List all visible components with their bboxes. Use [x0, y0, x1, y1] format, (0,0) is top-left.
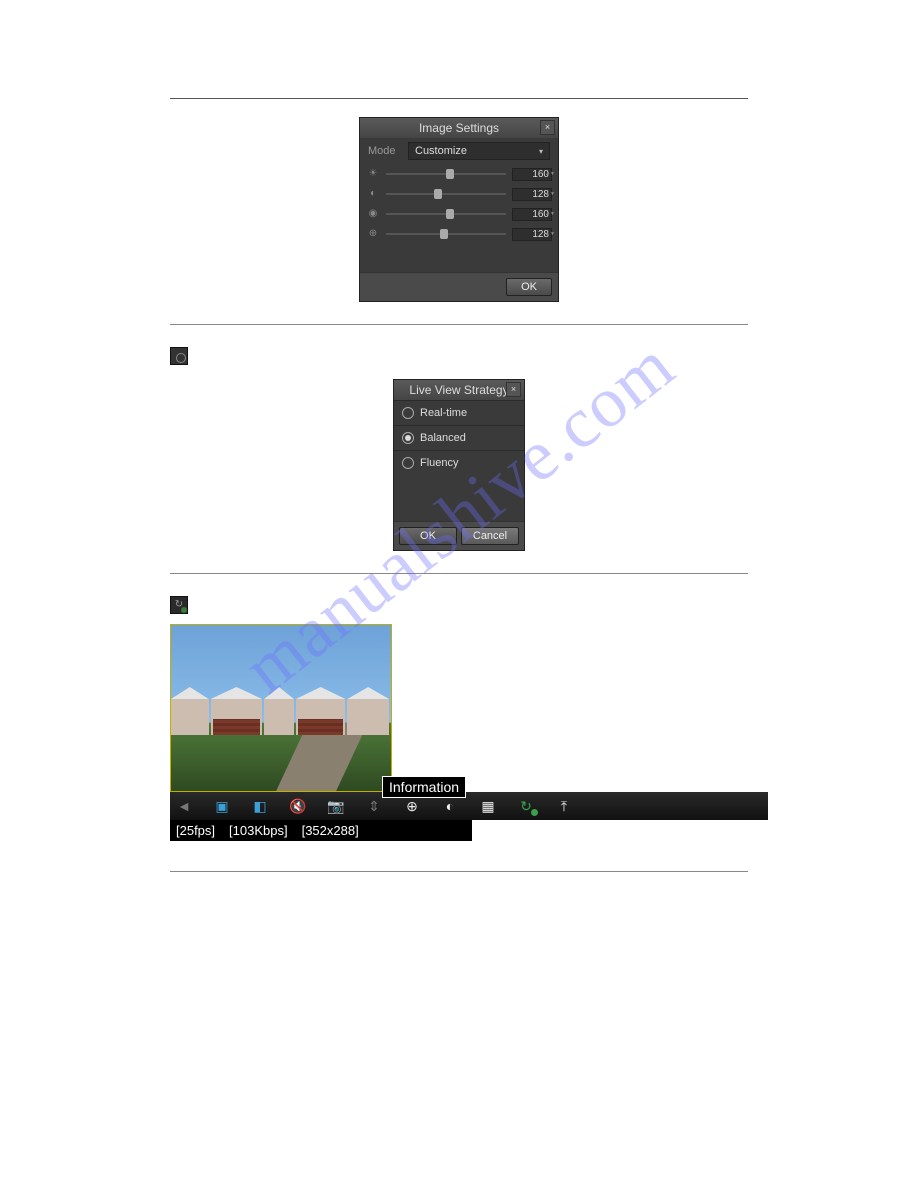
image-settings-dialog: Image Settings × Mode Customize ▾ ☀ 160▲▼…: [359, 117, 559, 302]
slider-thumb[interactable]: [434, 189, 442, 199]
slider-value[interactable]: 160▲▼: [512, 168, 552, 181]
audio-mute-icon[interactable]: 🔇: [288, 797, 308, 815]
information-icon[interactable]: ↻: [516, 797, 536, 815]
slider-track[interactable]: [386, 193, 506, 195]
playback-icon[interactable]: ◧: [250, 797, 270, 815]
slider-thumb[interactable]: [440, 229, 448, 239]
image-settings-title: Image Settings: [419, 121, 499, 135]
radio-icon: [402, 457, 414, 469]
live-view-strategy-icon[interactable]: [170, 347, 188, 365]
divider: [170, 98, 748, 99]
ok-button[interactable]: OK: [399, 527, 457, 545]
camera-live-view[interactable]: [170, 624, 392, 792]
spinner-icon[interactable]: ▲▼: [545, 189, 550, 200]
capture-icon[interactable]: 📷: [326, 797, 346, 815]
ok-button[interactable]: OK: [506, 278, 552, 296]
tooltip: Information: [382, 776, 466, 798]
live-view-strategy-icon[interactable]: ▦: [478, 797, 498, 815]
slider-track[interactable]: [386, 233, 506, 235]
contrast-icon: ◐: [366, 187, 380, 201]
slider-value[interactable]: 128▲▼: [512, 228, 552, 241]
close-icon[interactable]: ⤒: [554, 797, 574, 815]
close-icon[interactable]: ×: [540, 120, 555, 135]
lvs-title: Live View Strategy: [409, 383, 508, 397]
cancel-button[interactable]: Cancel: [461, 527, 519, 545]
resolution-value: [352x288]: [302, 823, 359, 838]
mode-select[interactable]: Customize ▾: [408, 142, 550, 160]
spinner-icon[interactable]: ▲▼: [545, 229, 550, 240]
slider-value[interactable]: 160▲▼: [512, 208, 552, 221]
button-row: OK: [360, 272, 558, 301]
slider-row: ☀ 160▲▼: [360, 164, 558, 184]
dialog-title: Live View Strategy ×: [394, 380, 524, 400]
brightness-icon: ☀: [366, 167, 380, 181]
slider-thumb[interactable]: [446, 209, 454, 219]
option-label: Balanced: [420, 432, 466, 444]
dialog-title: Image Settings ×: [360, 118, 558, 138]
divider: [170, 573, 748, 574]
radio-icon: [402, 407, 414, 419]
option-label: Real-time: [420, 407, 467, 419]
image-settings-icon[interactable]: ◐: [440, 797, 460, 815]
mode-row: Mode Customize ▾: [360, 138, 558, 164]
slider-track[interactable]: [386, 213, 506, 215]
slider-row: ◐ 128▲▼: [360, 184, 558, 204]
divider: [170, 871, 748, 872]
ptz-icon[interactable]: ⇕: [364, 797, 384, 815]
chevron-down-icon: ▾: [539, 147, 543, 156]
spinner-icon[interactable]: ▲▼: [545, 209, 550, 220]
mode-label: Mode: [368, 145, 408, 157]
slider-value[interactable]: 128▲▼: [512, 188, 552, 201]
spinner-icon[interactable]: ▲▼: [545, 169, 550, 180]
strategy-option[interactable]: Balanced: [394, 425, 524, 450]
bitrate-value: [103Kbps]: [229, 823, 288, 838]
slider-track[interactable]: [386, 173, 506, 175]
option-label: Fluency: [420, 457, 459, 469]
information-icon[interactable]: [170, 596, 188, 614]
slider-row: ◉ 160▲▼: [360, 204, 558, 224]
button-row: OK Cancel: [394, 521, 524, 550]
live-view-toolbar: ◄ ▣ ◧ 🔇 📷 ⇕ ⊕ ◐ ▦ ↻ ⤒: [170, 792, 768, 820]
fps-value: [25fps]: [176, 823, 215, 838]
hue-icon: ⊕: [366, 227, 380, 241]
slider-row: ⊕ 128▲▼: [360, 224, 558, 244]
strategy-option[interactable]: Fluency: [394, 450, 524, 475]
slider-thumb[interactable]: [446, 169, 454, 179]
radio-icon: [402, 432, 414, 444]
saturation-icon: ◉: [366, 207, 380, 221]
divider: [170, 324, 748, 325]
information-bar: [25fps] [103Kbps] [352x288]: [170, 820, 472, 841]
live-view-strategy-dialog: Live View Strategy × Real-time Balanced Fl…: [393, 379, 525, 551]
record-clip-icon[interactable]: ▣: [212, 797, 232, 815]
mode-value: Customize: [415, 145, 467, 157]
strategy-option[interactable]: Real-time: [394, 400, 524, 425]
digital-zoom-icon[interactable]: ⊕: [402, 797, 422, 815]
close-icon[interactable]: ×: [506, 382, 521, 397]
arrow-back-icon[interactable]: ◄: [174, 797, 194, 815]
